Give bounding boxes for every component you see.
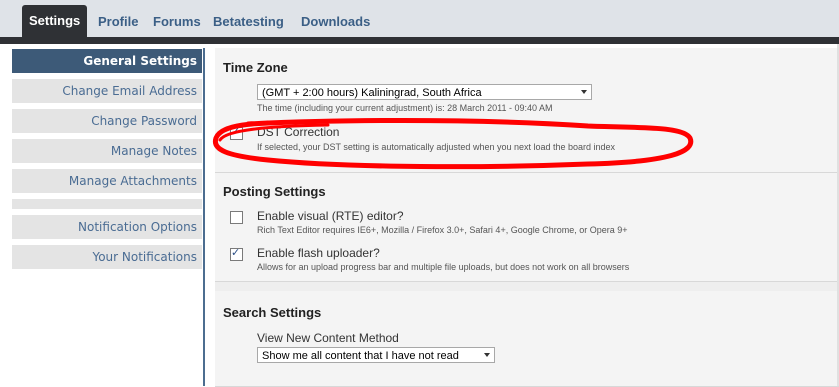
flash-hint: Allows for an upload progress bar and mu… bbox=[257, 262, 630, 272]
flash-checkbox[interactable]: ✓ bbox=[230, 246, 243, 261]
tab-settings[interactable]: Settings bbox=[22, 5, 88, 39]
sidebar-item-your-notifications[interactable]: Your Notifications bbox=[12, 245, 202, 269]
rte-hint: Rich Text Editor requires IE6+, Mozilla … bbox=[257, 225, 628, 235]
tab-forums[interactable]: Forums bbox=[153, 8, 201, 37]
rte-checkbox[interactable] bbox=[230, 211, 243, 224]
timezone-select-value: (GMT + 2:00 hours) Kaliningrad, South Af… bbox=[262, 87, 482, 99]
tab-downloads[interactable]: Downloads bbox=[301, 8, 370, 37]
sidebar-item-change-email[interactable]: Change Email Address bbox=[12, 79, 202, 103]
nav-divider bbox=[0, 37, 839, 44]
search-section: Search Settings View New Content Method … bbox=[215, 291, 839, 387]
sidebar-border bbox=[203, 48, 205, 386]
sidebar-item-general-settings[interactable]: General Settings bbox=[12, 49, 202, 73]
search-title: Search Settings bbox=[223, 305, 322, 320]
chevron-down-icon bbox=[581, 90, 587, 94]
sidebar-item-notification-options[interactable]: Notification Options bbox=[12, 215, 202, 239]
settings-sidebar: General Settings Change Email Address Ch… bbox=[0, 44, 212, 386]
tab-profile[interactable]: Profile bbox=[98, 8, 138, 37]
posting-title: Posting Settings bbox=[223, 184, 326, 199]
sidebar-item-manage-notes[interactable]: Manage Notes bbox=[12, 139, 202, 163]
view-new-content-value: Show me all content that I have not read bbox=[262, 350, 459, 362]
timezone-select[interactable]: (GMT + 2:00 hours) Kaliningrad, South Af… bbox=[257, 84, 592, 100]
settings-main: Time Zone (GMT + 2:00 hours) Kaliningrad… bbox=[215, 48, 839, 387]
view-new-content-select[interactable]: Show me all content that I have not read bbox=[257, 347, 495, 363]
sidebar-item-manage-attachments[interactable]: Manage Attachments bbox=[12, 169, 202, 193]
view-new-content-label: View New Content Method bbox=[257, 331, 399, 345]
flash-label: Enable flash uploader? bbox=[257, 246, 380, 260]
current-time-hint: The time (including your current adjustm… bbox=[257, 103, 553, 113]
posting-section: Posting Settings Enable visual (RTE) edi… bbox=[215, 173, 839, 282]
sidebar-item-change-password[interactable]: Change Password bbox=[12, 109, 202, 133]
check-icon: ✓ bbox=[231, 246, 241, 259]
rte-label: Enable visual (RTE) editor? bbox=[257, 209, 404, 223]
chevron-down-icon bbox=[484, 353, 490, 357]
top-navigation: Settings Profile Forums Betatesting Down… bbox=[0, 0, 839, 39]
sidebar-divider bbox=[12, 199, 202, 209]
tab-betatesting[interactable]: Betatesting bbox=[213, 8, 284, 37]
red-annotation-scribble bbox=[212, 118, 694, 170]
timezone-title: Time Zone bbox=[223, 60, 288, 75]
